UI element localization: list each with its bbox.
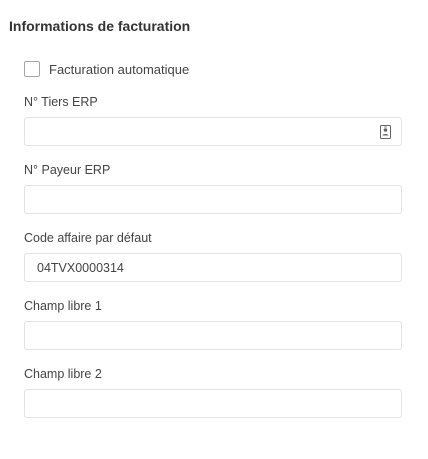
champ-libre-1-input[interactable]	[24, 321, 402, 350]
contact-card-icon[interactable]	[380, 125, 391, 139]
auto-billing-checkbox[interactable]	[24, 61, 40, 77]
auto-billing-label[interactable]: Facturation automatique	[49, 62, 189, 77]
code-affaire-value: 04TVX0000314	[37, 261, 124, 275]
champ-libre-2-input[interactable]	[24, 389, 402, 418]
champ-libre-1-label: Champ libre 1	[24, 299, 102, 313]
payeur-erp-label: N° Payeur ERP	[24, 163, 111, 177]
section-title: Informations de facturation	[9, 18, 191, 34]
champ-libre-2-label: Champ libre 2	[24, 367, 102, 381]
code-affaire-label: Code affaire par défaut	[24, 231, 152, 245]
auto-billing-checkbox-row[interactable]: Facturation automatique	[24, 61, 189, 77]
tiers-erp-label: N° Tiers ERP	[24, 95, 98, 109]
code-affaire-input[interactable]: 04TVX0000314	[24, 253, 402, 282]
tiers-erp-input[interactable]	[24, 117, 402, 146]
payeur-erp-input[interactable]	[24, 185, 402, 214]
